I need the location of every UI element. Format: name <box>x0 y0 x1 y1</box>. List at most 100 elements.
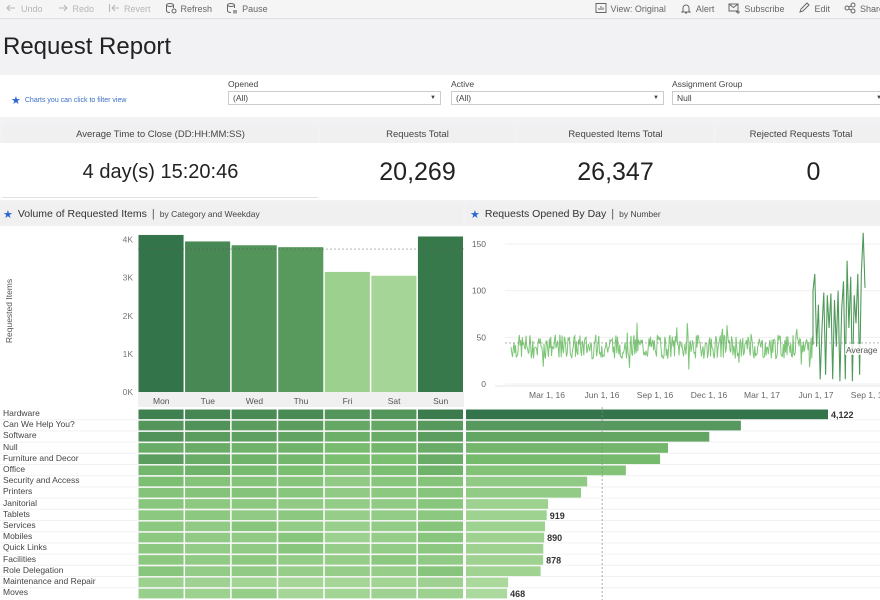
heatmap-cell[interactable] <box>371 487 417 498</box>
toolbar-share-button[interactable]: Share <box>844 2 880 16</box>
heatmap-cell[interactable] <box>278 476 324 487</box>
heatmap-cell[interactable] <box>417 431 463 442</box>
heatmap-cell[interactable] <box>278 499 324 509</box>
heatmap-cell[interactable] <box>138 588 184 599</box>
heatmap-cell[interactable] <box>417 409 463 420</box>
heatmap-cell[interactable] <box>324 588 370 599</box>
heatmap-cell[interactable] <box>138 555 184 565</box>
heatmap-cell[interactable] <box>231 588 277 599</box>
heatmap-cell[interactable] <box>417 543 463 554</box>
heatmap-cell[interactable] <box>278 409 324 420</box>
heatmap-cell[interactable] <box>417 420 463 431</box>
heatmap-cell[interactable] <box>138 431 184 442</box>
heatmap-cell[interactable] <box>324 443 370 453</box>
heatmap-cell[interactable] <box>371 566 417 576</box>
heatmap-cell[interactable] <box>231 510 277 520</box>
heatmap-cell[interactable] <box>185 543 231 554</box>
heatmap-cell[interactable] <box>231 566 277 576</box>
category-bar[interactable] <box>466 454 661 464</box>
heatmap-cell[interactable] <box>417 443 463 453</box>
heatmap-cell[interactable] <box>185 555 231 565</box>
filter-active-select[interactable]: (All) ▼ <box>451 91 664 105</box>
category-bar[interactable] <box>466 555 544 565</box>
category-bar[interactable] <box>466 566 541 576</box>
heatmap-cell[interactable] <box>324 431 370 442</box>
heatmap-cell[interactable] <box>231 420 277 431</box>
heatmap-cell[interactable] <box>371 409 417 420</box>
toolbar-edit-button[interactable]: Edit <box>798 2 830 16</box>
heatmap-cell[interactable] <box>278 521 324 532</box>
heatmap-cell[interactable] <box>417 555 463 565</box>
heatmap-cell[interactable] <box>371 454 417 464</box>
heatmap-cell[interactable] <box>278 510 324 520</box>
heatmap-cell[interactable] <box>417 521 463 532</box>
heatmap-cell[interactable] <box>324 510 370 520</box>
heatmap-cell[interactable] <box>185 465 231 476</box>
heatmap-cell[interactable] <box>138 532 184 543</box>
weekday-bar-mon[interactable] <box>138 234 184 392</box>
heatmap-cell[interactable] <box>138 566 184 576</box>
heatmap-cell[interactable] <box>324 499 370 509</box>
heatmap-cell[interactable] <box>138 510 184 520</box>
heatmap-cell[interactable] <box>185 499 231 509</box>
heatmap-cell[interactable] <box>185 566 231 576</box>
heatmap-cell[interactable] <box>185 431 231 442</box>
heatmap-cell[interactable] <box>278 532 324 543</box>
heatmap-cell[interactable] <box>231 543 277 554</box>
category-bar[interactable] <box>466 499 549 509</box>
heatmap-cell[interactable] <box>231 465 277 476</box>
heatmap-cell[interactable] <box>138 487 184 498</box>
heatmap-cell[interactable] <box>231 487 277 498</box>
heatmap-cell[interactable] <box>278 566 324 576</box>
weekday-bar-sat[interactable] <box>371 275 417 392</box>
heatmap-cell[interactable] <box>371 476 417 487</box>
heatmap-cell[interactable] <box>185 443 231 453</box>
heatmap-cell[interactable] <box>231 476 277 487</box>
heatmap-cell[interactable] <box>185 454 231 464</box>
heatmap-cell[interactable] <box>371 532 417 543</box>
heatmap-cell[interactable] <box>185 409 231 420</box>
heatmap-cell[interactable] <box>417 454 463 464</box>
heatmap-cell[interactable] <box>185 510 231 520</box>
weekday-bar-thu[interactable] <box>278 247 324 392</box>
category-bar[interactable] <box>466 577 509 588</box>
heatmap-cell[interactable] <box>231 499 277 509</box>
heatmap-cell[interactable] <box>278 487 324 498</box>
category-bar[interactable] <box>466 420 741 431</box>
heatmap-cell[interactable] <box>185 420 231 431</box>
heatmap-cell[interactable] <box>417 510 463 520</box>
heatmap-cell[interactable] <box>138 465 184 476</box>
toolbar-pause-button[interactable]: Pause <box>226 2 268 16</box>
heatmap-cell[interactable] <box>417 532 463 543</box>
heatmap-cell[interactable] <box>138 443 184 453</box>
heatmap-cell[interactable] <box>324 487 370 498</box>
heatmap-cell[interactable] <box>371 588 417 599</box>
category-bar[interactable] <box>466 521 546 532</box>
heatmap-cell[interactable] <box>324 454 370 464</box>
toolbar-revert-button[interactable]: Revert <box>108 2 151 16</box>
heatmap-cell[interactable] <box>185 577 231 588</box>
heatmap-cell[interactable] <box>185 521 231 532</box>
heatmap-cell[interactable] <box>324 555 370 565</box>
category-bar[interactable] <box>466 543 544 554</box>
line-series-requests-recent[interactable] <box>812 232 866 382</box>
heatmap-cell[interactable] <box>324 476 370 487</box>
heatmap-cell[interactable] <box>278 465 324 476</box>
toolbar-view-original-button[interactable]: View: Original <box>595 2 666 16</box>
filter-opened-select[interactable]: (All) ▼ <box>228 91 441 105</box>
heatmap-cell[interactable] <box>324 420 370 431</box>
heatmap-cell[interactable] <box>324 577 370 588</box>
filter-assignment-group-select[interactable]: Null ▼ <box>672 91 880 105</box>
category-bar[interactable] <box>466 588 508 599</box>
heatmap-cell[interactable] <box>185 588 231 599</box>
heatmap-cell[interactable] <box>138 521 184 532</box>
heatmap-cell[interactable] <box>324 543 370 554</box>
heatmap-cell[interactable] <box>185 532 231 543</box>
heatmap-cell[interactable] <box>138 577 184 588</box>
heatmap-cell[interactable] <box>231 577 277 588</box>
heatmap-cell[interactable] <box>371 431 417 442</box>
heatmap-cell[interactable] <box>278 555 324 565</box>
weekday-bar-sun[interactable] <box>417 236 463 392</box>
heatmap-cell[interactable] <box>185 476 231 487</box>
heatmap-cell[interactable] <box>278 543 324 554</box>
